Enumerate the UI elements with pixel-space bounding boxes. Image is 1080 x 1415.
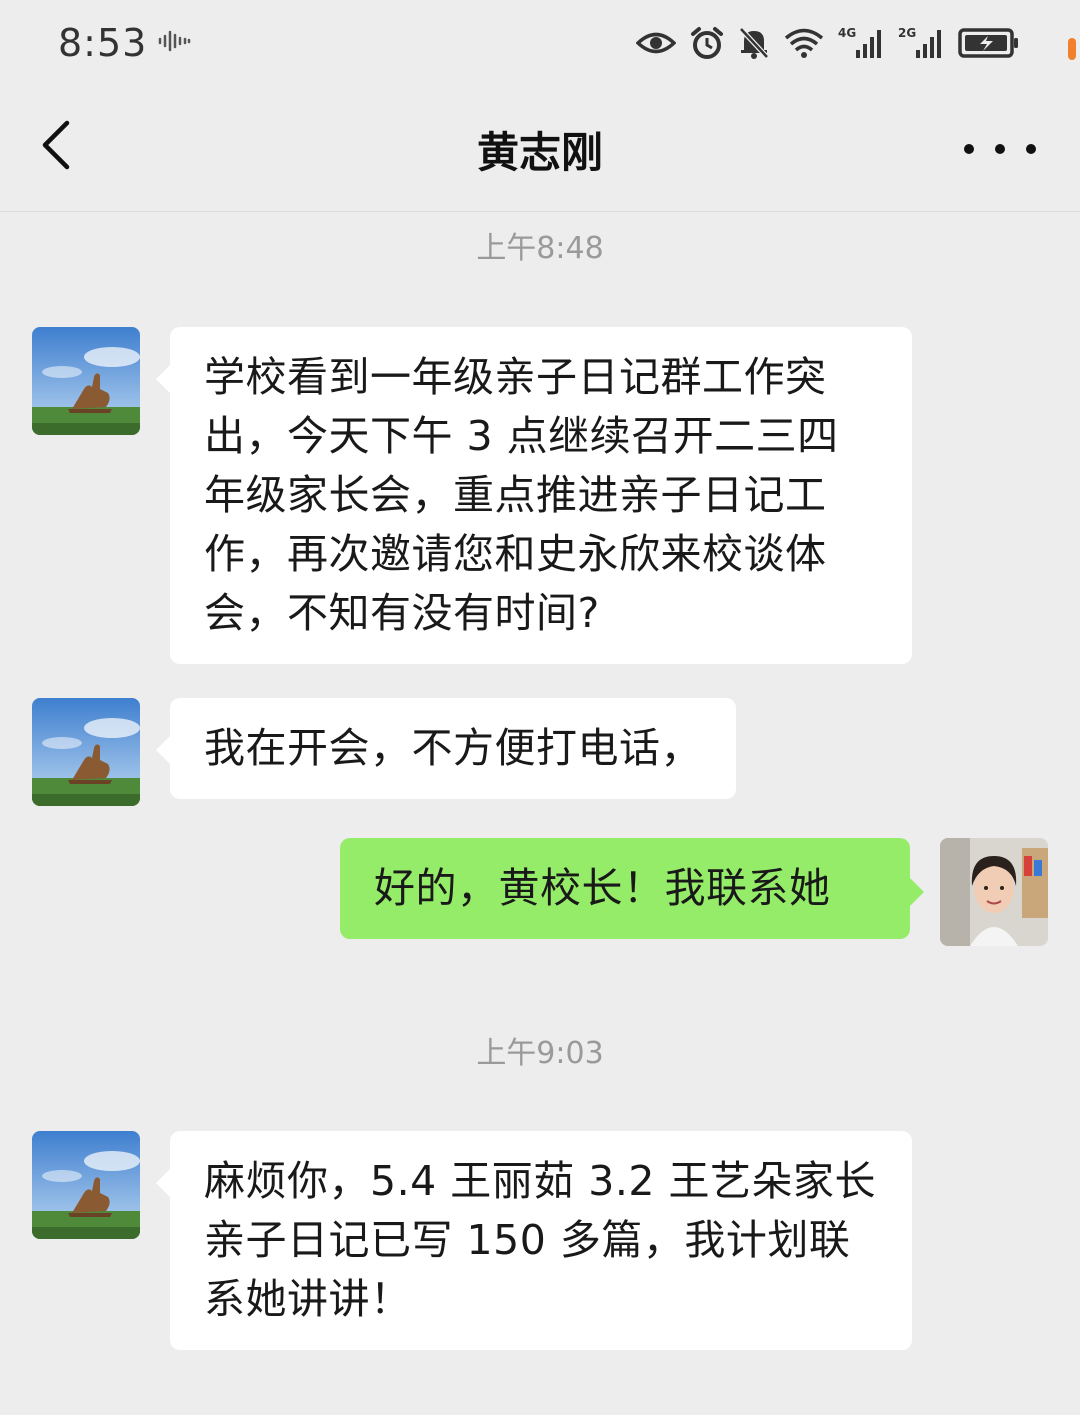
contact-avatar[interactable] xyxy=(32,698,140,806)
contact-avatar[interactable] xyxy=(32,1131,140,1239)
mute-bell-icon xyxy=(738,26,770,60)
network-2g-label: 2G xyxy=(898,26,916,40)
alarm-icon xyxy=(690,26,724,60)
network-4g-label: 4G xyxy=(838,26,856,40)
more-button[interactable] xyxy=(964,129,1036,169)
thumbs-up-statue-photo xyxy=(32,327,140,435)
wifi-icon xyxy=(784,27,824,59)
more-dot xyxy=(1026,144,1036,154)
my-avatar[interactable] xyxy=(940,838,1048,946)
status-time: 8:53 xyxy=(58,20,148,65)
status-left: 8:53 xyxy=(58,21,191,65)
signal-2g-icon: 2G xyxy=(898,26,944,60)
notification-dot xyxy=(1068,38,1076,60)
message-timestamp: 上午9:03 xyxy=(476,1036,604,1071)
battery-charging-icon xyxy=(958,27,1020,59)
user-photo xyxy=(940,838,1048,946)
message-bubble-incoming[interactable]: 麻烦你，5.4 王丽茹 3.2 王艺朵家长亲子日记已写 150 多篇，我计划联系… xyxy=(156,1131,912,1350)
signal-4g-icon: 4G xyxy=(838,26,884,60)
contact-avatar[interactable] xyxy=(32,327,140,435)
thumbs-up-statue-photo xyxy=(32,698,140,806)
eye-icon xyxy=(636,28,676,58)
message-bubble-outgoing[interactable]: 好的，黄校长！我联系她 xyxy=(340,838,924,939)
thumbs-up-statue-photo xyxy=(32,1131,140,1239)
chat-title: 黄志刚 xyxy=(476,128,603,177)
chat-header: 黄志刚 xyxy=(0,85,1080,212)
message-timestamp: 上午8:48 xyxy=(476,231,604,266)
message-bubble-incoming[interactable]: 我在开会，不方便打电话， xyxy=(156,698,736,799)
more-dot xyxy=(995,144,1005,154)
status-icons: 4G 2G xyxy=(636,26,1020,60)
status-bar: 8:53 4G 2G xyxy=(0,0,1080,85)
more-dot xyxy=(964,144,974,154)
sound-wave-icon xyxy=(157,29,191,57)
message-bubble-incoming[interactable]: 学校看到一年级亲子日记群工作突出，今天下午 3 点继续召开二三四年级家长会，重点… xyxy=(156,327,912,664)
